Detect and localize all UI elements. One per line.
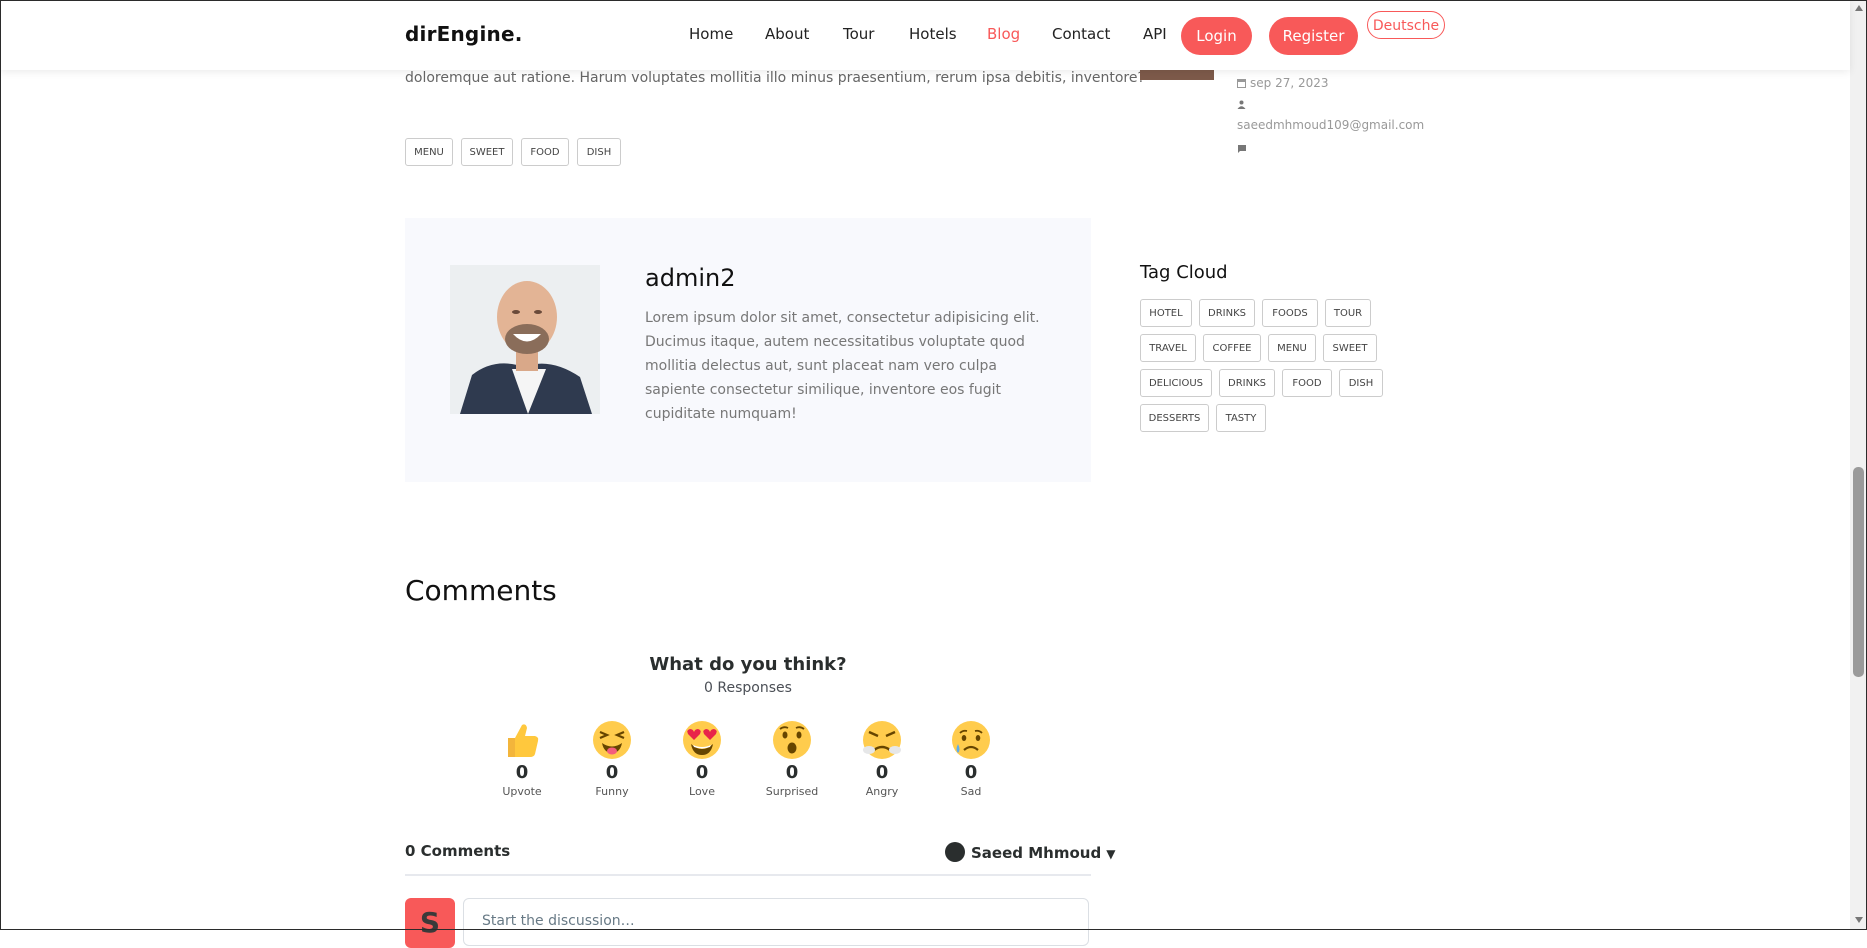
cloud-tag[interactable]: DRINKS [1219, 369, 1275, 397]
reaction-count: 0 [515, 762, 529, 783]
comments-title: Comments [405, 574, 557, 607]
reaction-label: Sad [960, 785, 982, 798]
user-name: Saeed Mhmoud [971, 844, 1102, 862]
language-button[interactable]: Deutsche [1367, 11, 1445, 39]
reaction-label: Angry [865, 785, 899, 798]
reaction-surprised[interactable]: 0 Surprised [757, 720, 827, 798]
nav-about[interactable]: About [765, 25, 809, 43]
person-icon [1237, 98, 1246, 112]
nav-api[interactable]: API [1143, 25, 1167, 43]
tag-cloud-title: Tag Cloud [1140, 262, 1228, 283]
cloud-tag[interactable]: FOOD [1282, 369, 1332, 397]
reaction-count: 0 [964, 762, 978, 783]
author-avatar [450, 265, 600, 414]
cloud-tag[interactable]: TOUR [1325, 299, 1371, 327]
recent-post-date-text: sep 27, 2023 [1250, 76, 1329, 90]
scroll-down-arrow-icon[interactable] [1855, 917, 1863, 923]
nav-tour[interactable]: Tour [843, 25, 874, 43]
cloud-tag[interactable]: DRINKS [1199, 299, 1255, 327]
reaction-angry[interactable]: 0 Angry [847, 720, 917, 798]
post-tag[interactable]: SWEET [461, 138, 513, 166]
post-tag[interactable]: DISH [577, 138, 621, 166]
post-tag[interactable]: MENU [405, 138, 453, 166]
reaction-label: Funny [595, 785, 629, 798]
cloud-tag[interactable]: TASTY [1216, 404, 1266, 432]
thumbs-up-icon [502, 720, 542, 760]
post-tag[interactable]: FOOD [521, 138, 569, 166]
chevron-down-icon: ▼ [1106, 847, 1116, 861]
reaction-funny[interactable]: 0 Funny [577, 720, 647, 798]
cloud-tag[interactable]: MENU [1268, 334, 1316, 362]
laughing-face-icon [592, 720, 632, 760]
nav-blog[interactable]: Blog [987, 25, 1020, 43]
sad-face-icon [951, 720, 991, 760]
recent-post-date: sep 27, 2023 [1237, 76, 1329, 90]
reactions-question: What do you think? [649, 654, 847, 675]
reaction-sad[interactable]: 0 Sad [936, 720, 1006, 798]
heart-eyes-face-icon [682, 720, 722, 760]
cloud-tag[interactable]: COFFEE [1203, 334, 1261, 362]
user-avatar[interactable]: S [405, 898, 455, 948]
calendar-icon [1237, 79, 1246, 88]
reaction-label: Upvote [502, 785, 542, 798]
register-button[interactable]: Register [1269, 17, 1358, 55]
author-bio: Lorem ipsum dolor sit amet, consectetur … [645, 310, 1040, 422]
responses-count: 0 Responses [704, 680, 792, 696]
scroll-up-arrow-icon[interactable] [1855, 5, 1863, 11]
nav-hotels[interactable]: Hotels [909, 25, 957, 43]
navbar: dirEngine. Home About Tour Hotels Blog C… [0, 0, 1850, 70]
cloud-tag[interactable]: DESSERTS [1140, 404, 1209, 432]
reaction-label: Love [689, 785, 715, 798]
cloud-tag[interactable]: SWEET [1323, 334, 1377, 362]
comment-count: 0 Comments [405, 842, 511, 860]
author-box: admin2 Lorem ipsum dolor sit amet, conse… [405, 218, 1091, 482]
chat-bubble-icon [945, 842, 965, 862]
page-scrollbar[interactable] [1850, 0, 1867, 930]
author-name: admin2 [645, 264, 736, 292]
scrollbar-thumb[interactable] [1853, 467, 1864, 677]
cloud-tag[interactable]: DISH [1339, 369, 1383, 397]
cloud-tag[interactable]: HOTEL [1140, 299, 1192, 327]
nav-contact[interactable]: Contact [1052, 25, 1110, 43]
cloud-tag[interactable]: DELICIOUS [1140, 369, 1212, 397]
reaction-label: Surprised [765, 785, 819, 798]
angry-face-icon [862, 720, 902, 760]
reaction-count: 0 [695, 762, 709, 783]
comment-icon [1237, 143, 1247, 157]
comment-input[interactable]: Start the discussion… [463, 898, 1089, 946]
recent-post-author[interactable]: saeedmhmoud109@gmail.com [1237, 118, 1424, 132]
reaction-love[interactable]: 0 Love [667, 720, 737, 798]
reaction-count: 0 [605, 762, 619, 783]
login-button[interactable]: Login [1181, 17, 1252, 55]
brand-logo[interactable]: dirEngine. [405, 22, 523, 46]
reaction-count: 0 [785, 762, 799, 783]
reaction-count: 0 [875, 762, 889, 783]
user-menu[interactable]: Saeed Mhmoud ▼ [945, 842, 1115, 862]
post-text: doloremque aut ratione. Harum voluptates… [405, 70, 1145, 86]
nav-home[interactable]: Home [689, 25, 733, 43]
cloud-tag[interactable]: TRAVEL [1140, 334, 1196, 362]
reaction-upvote[interactable]: 0 Upvote [487, 720, 557, 798]
surprised-face-icon [772, 720, 812, 760]
comments-divider [405, 874, 1091, 876]
cloud-tag[interactable]: FOODS [1262, 299, 1318, 327]
